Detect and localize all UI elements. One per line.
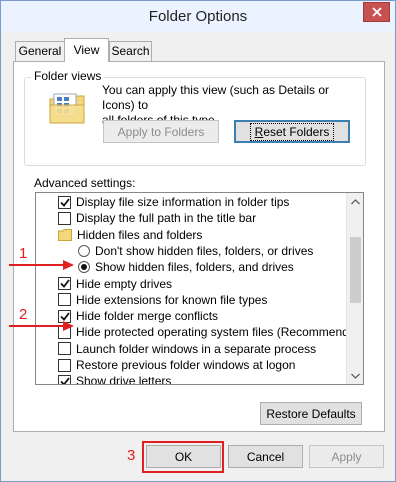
tab-general[interactable]: General [15,41,65,61]
advanced-setting-label: Restore previous folder windows at logon [76,358,296,372]
folder-view-icon [48,91,88,126]
advanced-setting-row[interactable]: Restore previous folder windows at logon [36,357,346,373]
reset-folders-label: Reset Folders [249,122,335,141]
advanced-settings-label: Advanced settings: [34,176,136,190]
advanced-setting-label: Hidden files and folders [77,227,203,242]
folder-options-dialog: Folder Options General View Search Folde… [0,0,396,482]
reset-folders-button[interactable]: Reset Folders [234,120,350,143]
apply-button[interactable]: Apply [309,445,384,468]
advanced-setting-label: Don't show hidden files, folders, or dri… [95,243,314,258]
radio-selected-icon[interactable] [78,261,90,274]
tab-search[interactable]: Search [109,41,152,61]
advanced-setting-label: Launch folder windows in a separate proc… [76,341,317,356]
close-button[interactable] [363,2,390,22]
advanced-setting-row[interactable]: Launch folder windows in a separate proc… [36,341,346,357]
folder-icon [58,228,72,241]
radio-unselected-icon[interactable] [78,244,90,257]
advanced-setting-label: Display the full path in the title bar [76,211,257,226]
advanced-setting-label: Show drive letters [76,374,172,385]
advanced-setting-row[interactable]: Show drive letters [36,373,346,385]
advanced-setting-row[interactable]: Don't show hidden files, folders, or dri… [36,243,346,259]
advanced-setting-label: Hide protected operating system files (R… [76,325,364,340]
advanced-setting-label: Hide folder merge conflicts [76,309,219,324]
folder-views-title: Folder views [31,69,105,83]
annotation-step-3: 3 [127,447,136,464]
annotation-arrow-1-icon [9,260,74,270]
advanced-setting-row[interactable]: Hide protected operating system files (R… [36,324,363,340]
advanced-settings-list[interactable]: Display file size information in folder … [35,192,364,385]
annotation-arrow-2-icon [9,321,74,331]
advanced-setting-label: Hide extensions for known file types [76,292,268,307]
advanced-setting-row[interactable]: Hide empty drives [36,276,346,292]
checkbox-checked-icon[interactable] [58,195,71,209]
tab-view-label: View [73,43,100,57]
advanced-setting-label: Hide empty drives [76,276,173,291]
tab-general-label: General [18,44,62,58]
advanced-setting-row[interactable]: Hide extensions for known file types [36,292,346,308]
tab-view[interactable]: View [64,38,109,62]
advanced-setting-row[interactable]: Display the full path in the title bar [36,210,346,226]
scroll-down-arrow-icon[interactable] [347,367,363,384]
checkbox-unchecked-icon[interactable] [58,342,71,356]
title-bar[interactable]: Folder Options [1,1,395,32]
apply-to-folders-label: Apply to Folders [117,124,205,139]
scrollbar-thumb[interactable] [350,237,361,303]
advanced-setting-label: Display file size information in folder … [76,195,290,209]
scroll-up-arrow-icon[interactable] [347,193,363,210]
cancel-label: Cancel [246,449,285,464]
folder-views-description-line1: You can apply this view (such as Details… [102,83,330,112]
checkbox-checked-icon[interactable] [58,277,71,290]
advanced-setting-row[interactable]: Display file size information in folder … [36,194,346,210]
cancel-button[interactable]: Cancel [228,445,303,468]
advanced-setting-row[interactable]: Hidden files and folders [36,227,346,243]
checkbox-unchecked-icon[interactable] [58,211,71,225]
reset-rest: eset Folders [263,124,330,139]
window-title: Folder Options [148,8,248,25]
restore-defaults-label: Restore Defaults [266,406,356,421]
vertical-scrollbar[interactable] [346,193,363,384]
reset-mnemonic: R [254,124,264,139]
checkbox-unchecked-icon[interactable] [58,293,71,307]
tab-search-label: Search [111,44,150,58]
close-icon [371,7,382,17]
apply-label: Apply [331,449,362,464]
advanced-setting-row[interactable]: Hide folder merge conflicts [36,308,346,324]
advanced-setting-label: Show hidden files, folders, and drives [95,260,294,275]
restore-defaults-button[interactable]: Restore Defaults [260,402,362,425]
checkbox-unchecked-icon[interactable] [58,358,71,372]
apply-to-folders-button[interactable]: Apply to Folders [103,120,219,143]
checkbox-checked-icon[interactable] [58,374,71,384]
advanced-setting-row[interactable]: Show hidden files, folders, and drives [36,259,346,275]
ok-highlight-box [142,441,224,473]
